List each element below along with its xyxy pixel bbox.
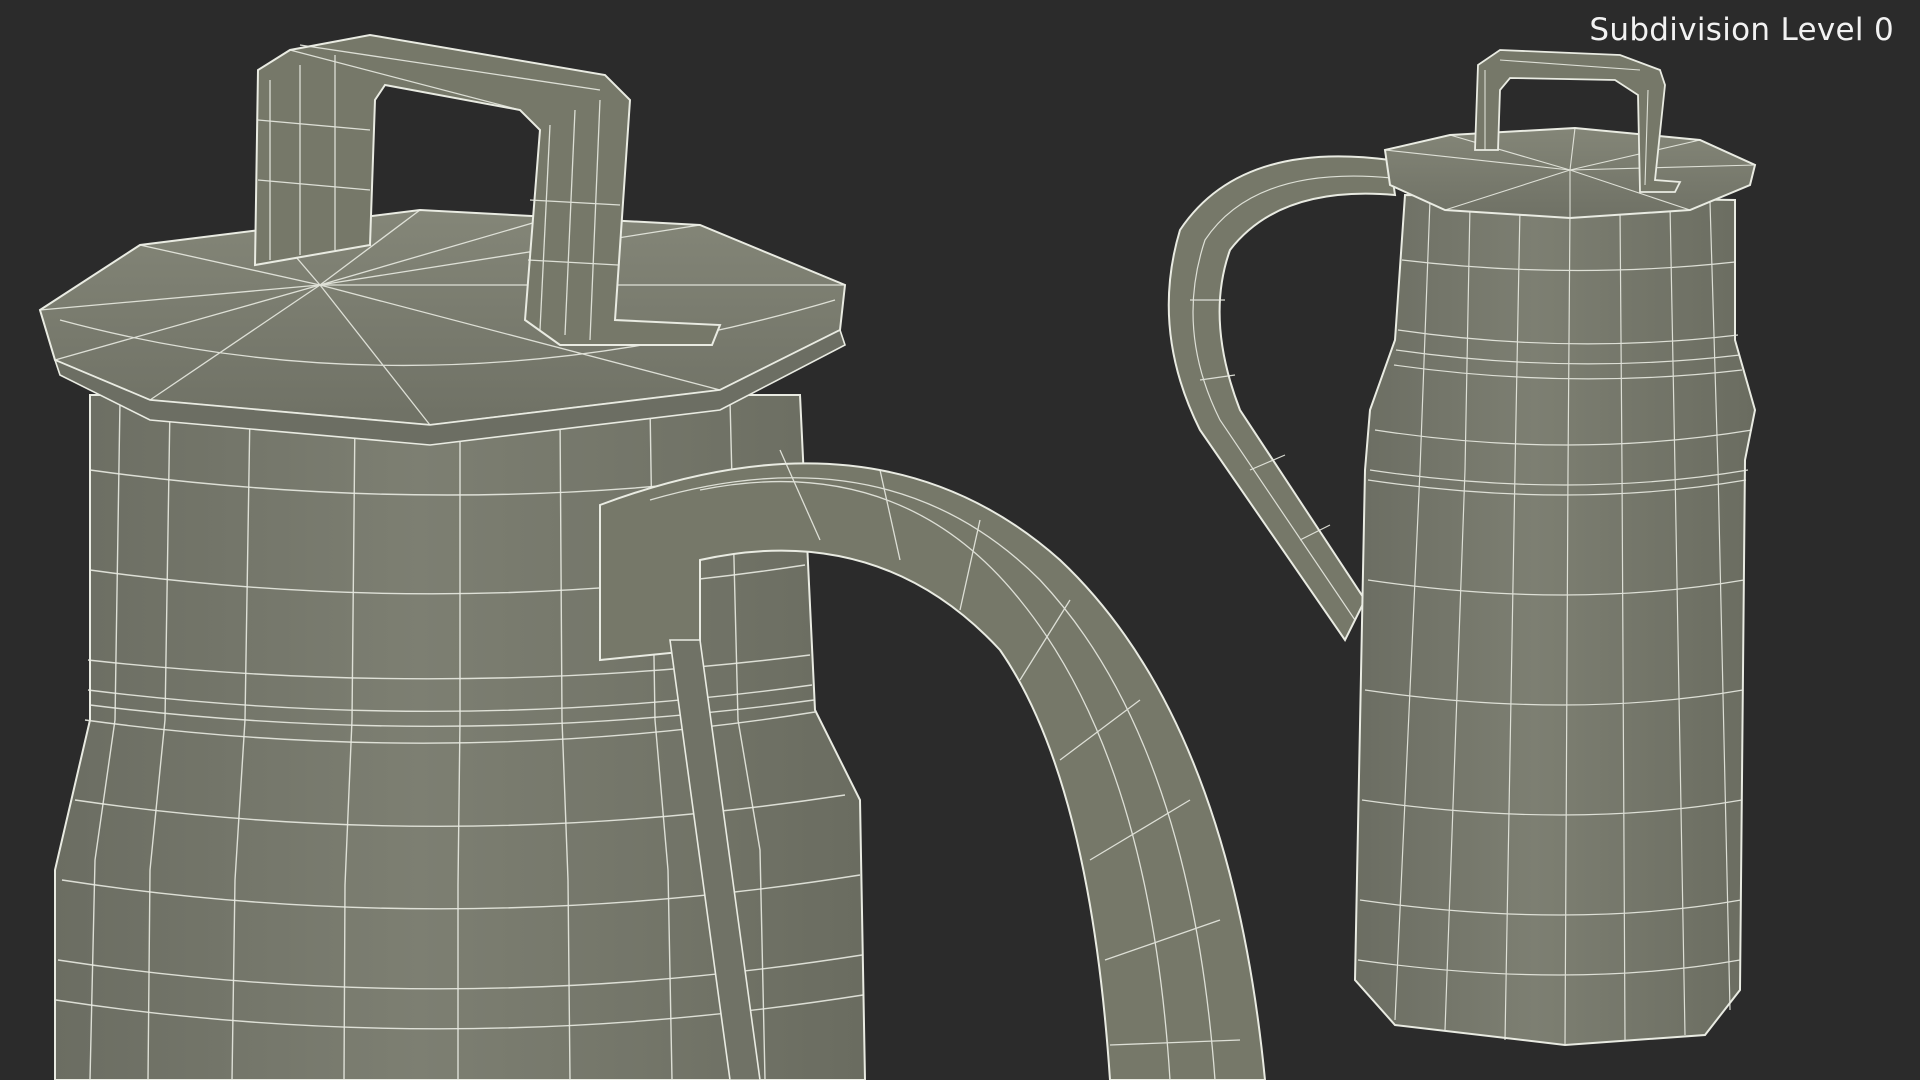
subdivision-level-label: Subdivision Level 0 [1589,12,1894,48]
jug-full [1167,49,1757,1047]
jug-closeup [38,33,1267,1080]
wireframe-render [38,33,1757,1080]
3d-viewport[interactable]: Subdivision Level 0 [0,0,1920,1080]
jug-full-body [1353,193,1757,1047]
jug-full-side-handle [1167,155,1397,642]
